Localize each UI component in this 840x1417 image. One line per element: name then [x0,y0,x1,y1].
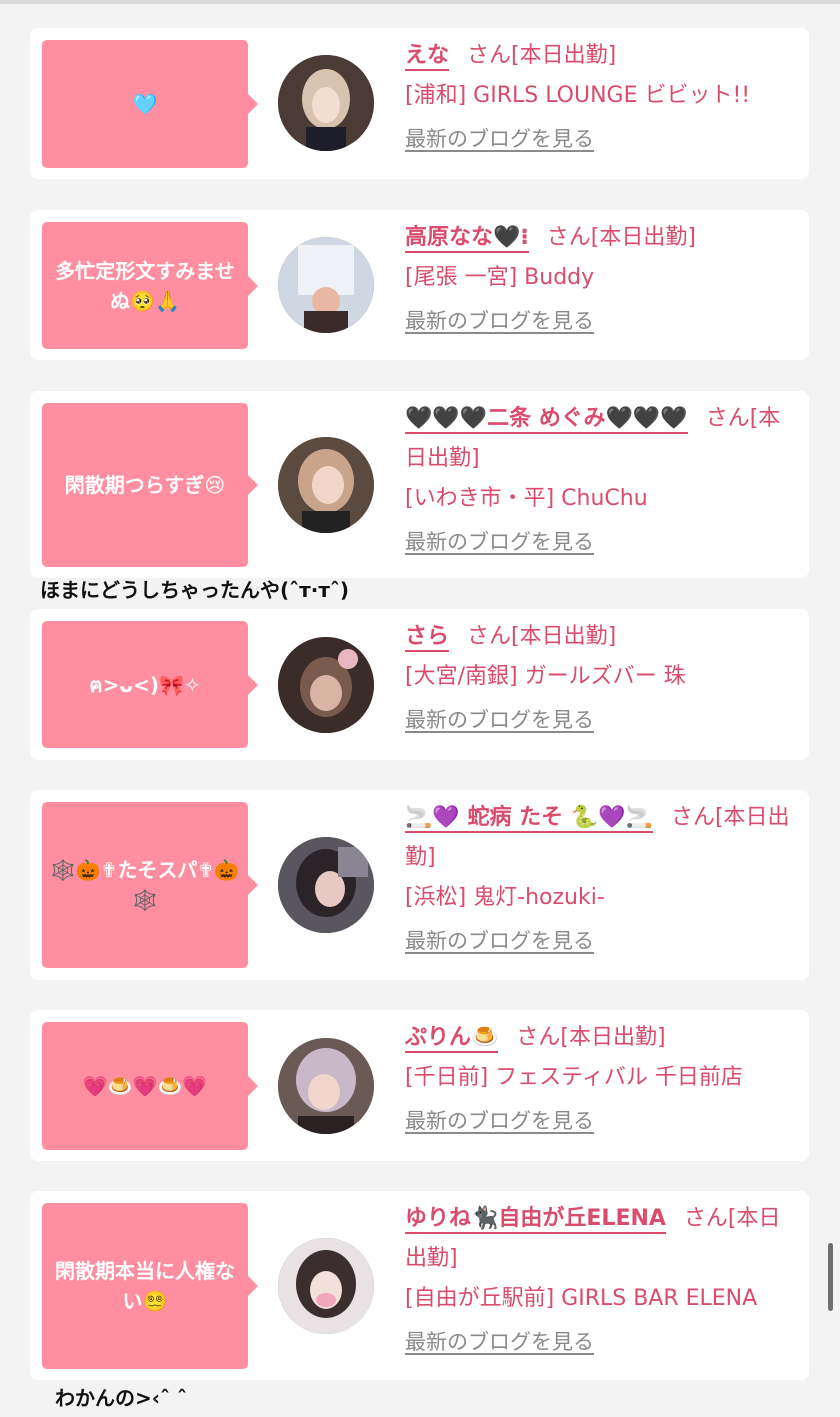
shop-name: [浦和] GIRLS LOUNGE ビビット!! [405,83,751,108]
cast-info: えな さん[本日出勤] [浦和] GIRLS LOUNGE ビビット!! 最新のブ… [405,36,797,154]
avatar-image [278,637,374,733]
message-bubble: ฅ>ᴗ<)🎀✧ [42,621,258,748]
cast-card: 💗🍮💗🍮💗 ぷりん🍮 さん[本日出勤] [千日前] フェスティバル 千日前店 最新… [30,1010,809,1161]
avatar[interactable] [278,637,374,733]
avatar[interactable] [278,1238,374,1334]
message-bubble: 💗🍮💗🍮💗 [42,1022,258,1150]
cast-card: ฅ>ᴗ<)🎀✧ さら さん[本日出勤] [大宮/南銀] ガールズバー 珠 最新のブ… [30,609,809,760]
cast-card: 多忙定形文すみませぬ🥺🙏 高原なな🖤⁝ さん[本日出勤] [尾張 一宮] Budd… [30,210,809,360]
latest-blog-link[interactable]: 最新のブログを見る [405,306,594,336]
avatar[interactable] [278,55,374,151]
cast-info: 🚬💜 蛇病 たそ 🐍💜🚬 さん[本日出勤] [浜松] 鬼灯-hozuki- 最新の… [405,798,797,956]
message-bubble: 多忙定形文すみませぬ🥺🙏 [42,222,258,349]
shop-name: [大宮/南銀] ガールズバー 珠 [405,664,686,689]
message-text: 💗🍮💗🍮💗 [82,1074,208,1098]
avatar-image [278,237,374,333]
cast-info: 高原なな🖤⁝ さん[本日出勤] [尾張 一宮] Buddy 最新のブログを見る [405,218,797,336]
cast-status: さん[本日出勤] [467,624,617,649]
cast-info: ゆりね🐈‍⬛自由が丘ELENA さん[本日出勤] [自由が丘駅前] GIRLS B… [405,1199,797,1357]
cast-name-link[interactable]: 高原なな🖤⁝ [405,225,529,253]
latest-blog-link[interactable]: 最新のブログを見る [405,1106,594,1136]
message-bubble: 🩵 [42,40,258,168]
avatar-image [278,1038,374,1134]
latest-blog-link[interactable]: 最新のブログを見る [405,926,594,956]
avatar[interactable] [278,1038,374,1134]
message-text: 🩵 [132,92,158,116]
shop-name: [浜松] 鬼灯-hozuki- [405,885,605,910]
avatar[interactable] [278,437,374,533]
cast-info: 🖤🖤🖤二条 めぐみ🖤🖤🖤 さん[本日出勤] [いわき市・平] ChuChu 最新の… [405,399,797,557]
avatar-image [278,55,374,151]
avatar[interactable] [278,237,374,333]
latest-blog-link[interactable]: 最新のブログを見る [405,1327,594,1357]
avatar-image [278,437,374,533]
message-text: 多忙定形文すみませぬ🥺🙏 [55,258,235,313]
shop-name: [尾張 一宮] Buddy [405,265,595,290]
shop-name: [自由が丘駅前] GIRLS BAR ELENA [405,1286,758,1311]
top-border [0,0,840,4]
cast-status: さん[本日出勤] [516,1025,666,1050]
avatar[interactable] [278,837,374,933]
overlay-caption: わかんの>‹ˆ ˆ [55,1386,187,1410]
cast-name-link[interactable]: 🖤🖤🖤二条 めぐみ🖤🖤🖤 [405,406,688,434]
latest-blog-link[interactable]: 最新のブログを見る [405,527,594,557]
message-bubble: 閑散期つらすぎ😢 [42,403,258,567]
cast-name-link[interactable]: 🚬💜 蛇病 たそ 🐍💜🚬 [405,805,653,833]
latest-blog-link[interactable]: 最新のブログを見る [405,124,594,154]
cast-status: さん[本日出勤] [467,43,617,68]
message-text: 🕸️🎃✟たそスパ✟🎃🕸️ [50,858,240,912]
message-bubble: 閑散期本当に人権ない😵‍💫 [42,1203,258,1369]
cast-name-link[interactable]: ゆりね🐈‍⬛自由が丘ELENA [405,1206,666,1234]
cast-name-link[interactable]: ぷりん🍮 [405,1025,499,1053]
shop-name: [いわき市・平] ChuChu [405,486,648,511]
message-text: 閑散期本当に人権ない😵‍💫 [55,1259,235,1313]
latest-blog-link[interactable]: 最新のブログを見る [405,705,594,735]
cast-info: さら さん[本日出勤] [大宮/南銀] ガールズバー 珠 最新のブログを見る [405,617,797,735]
cast-card: 🩵 えな さん[本日出勤] [浦和] GIRLS LOUNGE ビビット!! 最新… [30,28,809,179]
message-bubble: 🕸️🎃✟たそスパ✟🎃🕸️ [42,802,258,968]
cast-info: ぷりん🍮 さん[本日出勤] [千日前] フェスティバル 千日前店 最新のブログを見… [405,1018,797,1136]
avatar-image [278,837,374,933]
cast-status: さん[本日出勤] [546,225,696,250]
message-text: 閑散期つらすぎ😢 [64,473,226,497]
cast-card: 閑散期本当に人権ない😵‍💫 ゆりね🐈‍⬛自由が丘ELENA さん[本日出勤] [自… [30,1191,809,1380]
cast-card: 🕸️🎃✟たそスパ✟🎃🕸️ 🚬💜 蛇病 たそ 🐍💜🚬 さん[本日出勤] [浜松] 鬼… [30,790,809,980]
scrollbar[interactable] [828,1243,833,1311]
overlay-caption: ほまにどうしちゃったんや(ˆᴛ·ᴛˆ) [40,578,350,602]
cast-name-link[interactable]: さら [405,624,450,652]
shop-name: [千日前] フェスティバル 千日前店 [405,1065,743,1090]
avatar-image [278,1238,374,1334]
cast-card: 閑散期つらすぎ😢 🖤🖤🖤二条 めぐみ🖤🖤🖤 さん[本日出勤] [いわき市・平] C… [30,391,809,578]
message-text: ฅ>ᴗ<)🎀✧ [89,672,201,697]
cast-name-link[interactable]: えな [405,43,450,71]
